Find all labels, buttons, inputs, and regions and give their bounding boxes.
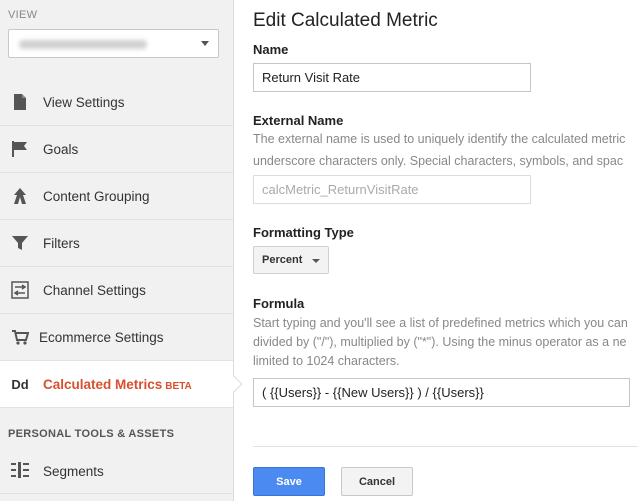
- nav-item-ecommerce-settings[interactable]: Ecommerce Settings: [0, 314, 233, 361]
- nav-item-label: Content Grouping: [43, 188, 150, 204]
- formula-input[interactable]: [253, 378, 630, 407]
- cart-icon: [10, 327, 30, 347]
- nav-item-label: Ecommerce Settings: [39, 329, 164, 345]
- flag-icon: [10, 139, 30, 159]
- save-button[interactable]: Save: [253, 467, 325, 496]
- segments-icon: [10, 461, 30, 481]
- nav-item-label: Channel Settings: [43, 282, 146, 298]
- external-name-help-line-2: underscore characters only. Special char…: [253, 154, 624, 168]
- nav-item-label: Segments: [43, 463, 104, 479]
- cancel-button[interactable]: Cancel: [341, 467, 413, 496]
- view-label: VIEW: [8, 9, 38, 21]
- person-walking-icon: [10, 186, 30, 206]
- funnel-icon: [10, 233, 30, 253]
- view-select[interactable]: [8, 29, 219, 58]
- external-name-input: [253, 175, 531, 204]
- beta-badge: BETA: [165, 380, 192, 392]
- formatting-type-dropdown[interactable]: Percent: [253, 246, 329, 274]
- nav-item-label-group: Calculated Metrics BETA: [43, 377, 192, 392]
- nav-item-segments[interactable]: Segments: [0, 449, 233, 494]
- nav-item-calculated-metrics[interactable]: Dd Calculated Metrics BETA: [0, 361, 243, 408]
- formatting-type-value: Percent: [262, 254, 303, 266]
- formula-help-line-3: limited to 1024 characters.: [253, 354, 400, 368]
- edit-panel: Edit Calculated Metric Name External Nam…: [253, 0, 638, 501]
- section-title: PERSONAL TOOLS & ASSETS: [8, 428, 175, 440]
- sliders-icon: [10, 280, 30, 300]
- formula-label: Formula: [253, 296, 305, 311]
- formatting-type-label: Formatting Type: [253, 225, 354, 240]
- chevron-down-icon: [201, 41, 209, 46]
- sidebar: VIEW View Settings Goals Content Groupin…: [0, 0, 243, 501]
- nav-item-channel-settings[interactable]: Channel Settings: [0, 267, 233, 314]
- active-pointer: [225, 375, 243, 393]
- document-icon: [10, 92, 30, 112]
- external-name-label: External Name: [253, 113, 344, 128]
- nav-item-label: Filters: [43, 235, 80, 251]
- external-name-help-line-1: The external name is used to uniquely id…: [253, 132, 626, 146]
- nav-item-filters[interactable]: Filters: [0, 220, 233, 267]
- name-input[interactable]: [253, 63, 531, 92]
- nav-item-label: View Settings: [43, 94, 125, 110]
- view-select-value-blurred: [19, 40, 147, 49]
- admin-nav: View Settings Goals Content Grouping Fil…: [0, 79, 243, 408]
- nav-item-label: Goals: [43, 141, 79, 157]
- nav-item-content-grouping[interactable]: Content Grouping: [0, 173, 233, 220]
- dd-icon: Dd: [11, 376, 29, 392]
- nav-item-view-settings[interactable]: View Settings: [0, 79, 233, 126]
- page-title: Edit Calculated Metric: [253, 10, 438, 31]
- nav-item-goals[interactable]: Goals: [0, 126, 233, 173]
- nav-item-label: Calculated Metrics: [43, 376, 163, 392]
- divider: [253, 446, 638, 447]
- chevron-down-icon: [312, 259, 320, 263]
- name-label: Name: [253, 42, 289, 57]
